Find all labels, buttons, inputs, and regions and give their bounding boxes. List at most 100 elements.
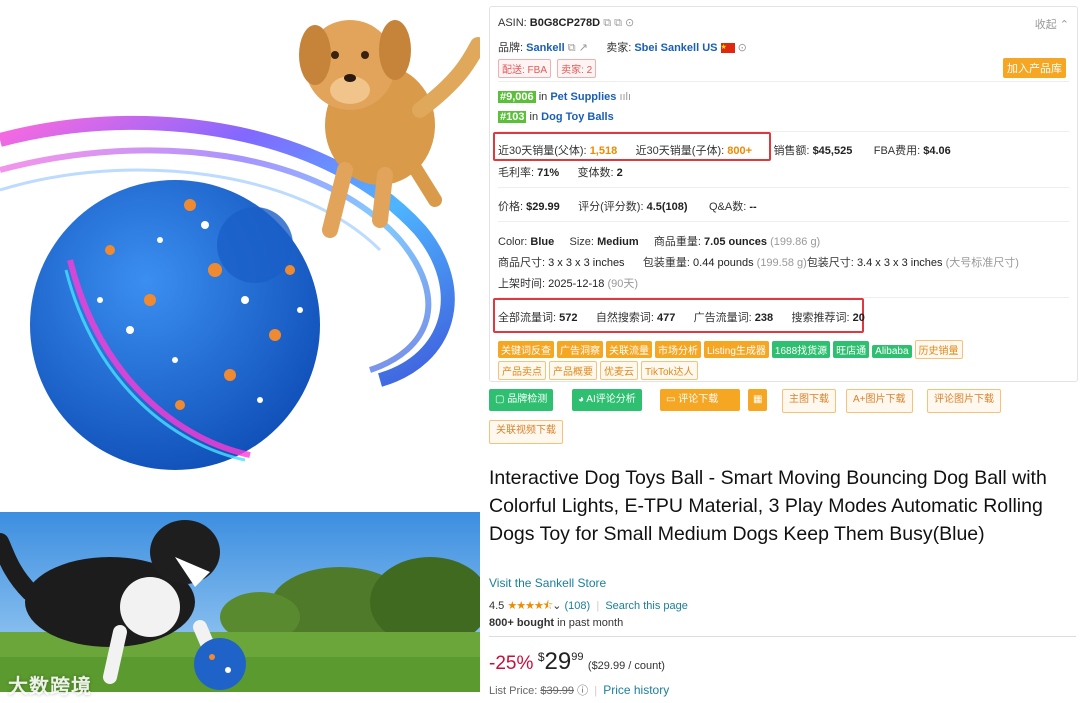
review-download-label: 评论下载: [678, 394, 719, 405]
fba-badge: 配送: FBA: [498, 59, 552, 78]
tool-youmaiyun[interactable]: 优麦云: [600, 361, 638, 380]
rank-row-2: #103 in Dog Toy Balls: [498, 111, 614, 123]
price-history-link[interactable]: Price history: [603, 683, 669, 697]
rank1-badge: #9,006: [498, 91, 536, 103]
bar-chart-icon[interactable]: ıılı: [619, 91, 631, 103]
price-whole: 29: [544, 648, 572, 675]
pkg-weight-label: 包装重量:: [642, 257, 690, 269]
tool-tiktok-creators[interactable]: TikTok达人: [641, 361, 698, 380]
tool-related-traffic[interactable]: 关联流量: [606, 341, 652, 358]
ai-review-label: AI评论分析: [586, 394, 636, 405]
calculator-icon: ▦: [753, 394, 763, 405]
weight-value: 7.05 ounces: [704, 236, 768, 248]
kw-all-value: 572: [559, 312, 578, 324]
product-data-panel: ASIN: B0G8CP278D ⧉ ⧉ ⊙ 收起 ⌃ 品牌: Sankell …: [489, 6, 1078, 382]
attributes-row-1: Color: Blue Size: Medium 商品重量: 7.05 ounc…: [498, 233, 820, 249]
seller-count-badge: 卖家: 2: [557, 59, 597, 78]
variants-value: 2: [616, 167, 623, 179]
kw-ad-value: 238: [754, 312, 774, 324]
pkg-dims-value: 3.4 x 3 x 3 inches: [856, 257, 943, 269]
kw-all-label: 全部流量词:: [498, 312, 557, 324]
sales-row: 近30天销量(父体): 1,518 近30天销量(子体): 800+ 销售额: …: [498, 142, 951, 158]
discount-percent: -25%: [489, 653, 534, 674]
copy-icon[interactable]: ⧉: [614, 17, 622, 29]
fba-fee-label: FBA费用:: [873, 145, 921, 157]
review-image-download-button[interactable]: 评论图片下载: [927, 389, 1001, 413]
location-icon[interactable]: ⊙: [625, 17, 634, 29]
location-icon[interactable]: ⊙: [738, 42, 747, 54]
sales-child-label: 近30天销量(子体):: [635, 145, 725, 157]
asin-row: ASIN: B0G8CP278D ⧉ ⧉ ⊙: [498, 16, 634, 30]
aplus-image-download-button[interactable]: A+图片下载: [846, 389, 913, 413]
margin-label: 毛利率:: [498, 167, 535, 179]
tool-selling-points[interactable]: 产品卖点: [498, 361, 546, 380]
tool-market-analysis[interactable]: 市场分析: [655, 341, 701, 358]
rating-value: 4.5: [489, 600, 505, 612]
rank2-category[interactable]: Dog Toy Balls: [541, 111, 614, 123]
revenue-label: 销售额:: [773, 145, 810, 157]
copy-icon[interactable]: ⧉: [568, 42, 576, 54]
seller-link[interactable]: Sbei Sankell US: [634, 42, 717, 54]
main-image-download-button[interactable]: 主图下载: [782, 389, 836, 413]
tool-ad-insight[interactable]: 广告洞察: [557, 341, 603, 358]
price-cents: 99: [571, 651, 584, 663]
product-title: Interactive Dog Toys Ball - Smart Moving…: [489, 467, 1047, 545]
list-price-label: List Price:: [489, 685, 538, 697]
badges-row: 配送: FBA 卖家: 2: [498, 59, 599, 78]
unit-price: ($29.99 / count): [587, 660, 665, 672]
list-price-row: List Price: $39.99 ⓘ | Price history: [489, 682, 669, 698]
collapse-button[interactable]: 收起 ⌃: [1035, 16, 1069, 32]
tool-alibaba[interactable]: Alibaba: [872, 345, 912, 358]
main-product-image[interactable]: [0, 0, 480, 495]
sales-parent-label: 近30天销量(父体):: [498, 145, 587, 157]
tool-product-summary[interactable]: 产品概要: [549, 361, 597, 380]
asin-label: ASIN:: [498, 17, 527, 29]
kw-organic-value: 477: [656, 312, 676, 324]
listed-value: 2025-12-18: [548, 278, 605, 290]
rank-row-1: #9,006 in Pet Supplies ıılı: [498, 91, 631, 103]
review-download-button[interactable]: ▭ 评论下载: [660, 389, 740, 411]
ai-review-button[interactable]: ◕ AI评论分析: [572, 389, 642, 411]
store-link[interactable]: Visit the Sankell Store: [489, 576, 606, 590]
tool-1688-sourcing[interactable]: 1688找货源: [771, 341, 831, 358]
rank1-category[interactable]: Pet Supplies: [550, 91, 616, 103]
external-link-icon[interactable]: ↗: [579, 42, 588, 54]
brand-check-button[interactable]: ▢ 品牌检测: [489, 389, 554, 411]
star-rating-icon[interactable]: ★★★★⯪: [507, 600, 553, 612]
pkg-weight-value: 0.44 pounds: [693, 257, 754, 269]
rank2-in: in: [529, 111, 539, 123]
qa-label: Q&A数:: [708, 201, 747, 213]
related-video-download-button[interactable]: 关联视频下载: [489, 420, 563, 444]
bought-row: 800+ bought in past month: [489, 617, 623, 629]
sales-parent-value: 1,518: [589, 145, 618, 157]
tool-listing-generator[interactable]: Listing生成器: [704, 341, 769, 358]
tool-wangdiantong[interactable]: 旺店通: [833, 341, 870, 358]
variants-label: 变体数:: [577, 167, 614, 179]
qa-value: --: [749, 201, 757, 213]
rating-row: 4.5 ★★★★⯪⌄ (108) | Search this page: [489, 597, 688, 616]
calculator-button[interactable]: ▦: [748, 389, 768, 411]
copy-icon[interactable]: ⧉: [603, 17, 611, 29]
pkg-weight-grams: (199.58 g): [756, 257, 807, 269]
chevron-down-icon[interactable]: ⌄: [552, 600, 561, 612]
rating-count-link[interactable]: (108): [565, 600, 591, 612]
tool-keyword-reverse[interactable]: 关键词反查: [498, 341, 554, 358]
brand-row: 品牌: Sankell ⧉ ↗ 卖家: Sbei Sankell US ★ ⊙: [498, 39, 747, 55]
lifestyle-image[interactable]: [0, 512, 480, 692]
pkg-dims-label: 包装尺寸:: [806, 257, 854, 269]
listed-row: 上架时间: 2025-12-18 (90天): [498, 275, 638, 291]
info-icon[interactable]: ⓘ: [577, 685, 588, 697]
brand-link[interactable]: Sankell: [526, 42, 565, 54]
rating-value: 4.5(108): [646, 201, 688, 213]
tools-row-2: 产品卖点 产品概要 优麦云 TikTok达人: [498, 361, 701, 380]
keywords-row: 全部流量词: 572 自然搜索词: 477 广告流量词: 238 搜索推荐词: …: [498, 309, 865, 325]
search-page-link[interactable]: Search this page: [605, 600, 688, 612]
color-label: Color:: [498, 236, 528, 248]
attributes-row-2: 商品尺寸: 3 x 3 x 3 inches 包装重量: 0.44 pounds…: [498, 254, 1019, 270]
kw-organic-label: 自然搜索词:: [595, 312, 654, 324]
price-block: -25% $2999 ($29.99 / count): [489, 648, 665, 676]
bought-count: 800+ bought: [489, 617, 555, 629]
add-library-button[interactable]: 加入产品库: [1003, 58, 1069, 78]
tool-history-sales[interactable]: 历史销量: [914, 340, 963, 359]
product-images: 大数跨境: [0, 0, 480, 703]
